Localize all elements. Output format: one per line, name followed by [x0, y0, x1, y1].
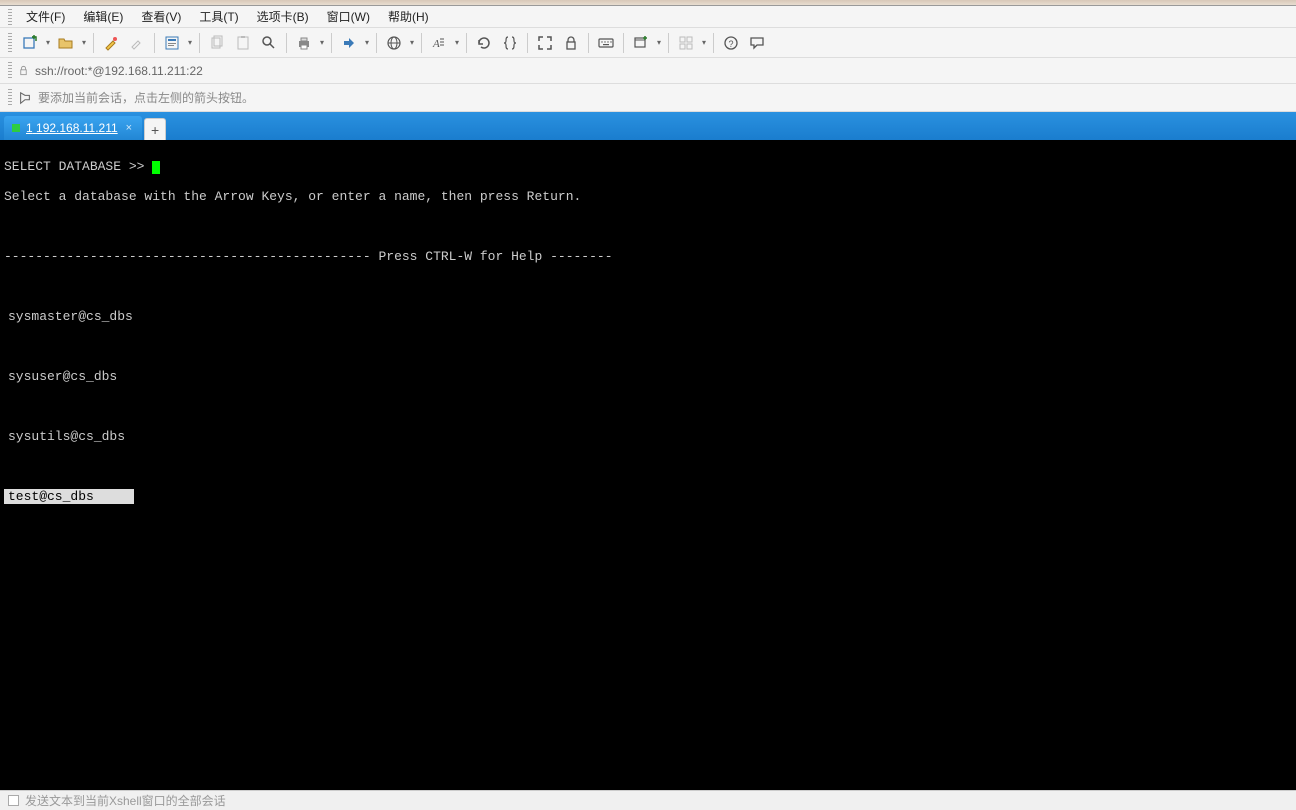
database-item[interactable]: sysuser@cs_dbs — [4, 369, 121, 384]
highlight-icon[interactable] — [125, 31, 149, 55]
toolbar-separator — [588, 33, 589, 53]
database-item[interactable]: sysutils@cs_dbs — [4, 429, 129, 444]
terminal-instruction: Select a database with the Arrow Keys, o… — [4, 189, 1292, 204]
hint-text: 要添加当前会话，点击左侧的箭头按钮。 — [38, 89, 254, 106]
open-dropdown[interactable]: ▾ — [80, 38, 88, 47]
menu-view[interactable]: 查看(V) — [133, 6, 189, 27]
print-dropdown[interactable]: ▾ — [318, 38, 326, 47]
toolbar-separator — [527, 33, 528, 53]
connected-indicator-icon — [12, 124, 20, 132]
new-session-icon[interactable] — [18, 31, 42, 55]
toolbar: ▾ ▾ ▾ ▾ ▾ ▾ A ▾ — [0, 28, 1296, 58]
color-picker-icon[interactable] — [99, 31, 123, 55]
terminal-help-line: ----------------------------------------… — [4, 249, 1292, 264]
toolbar-separator — [466, 33, 467, 53]
search-icon[interactable] — [257, 31, 281, 55]
terminal[interactable]: SELECT DATABASE >> Select a database wit… — [0, 140, 1296, 790]
font-dropdown[interactable]: ▾ — [453, 38, 461, 47]
terminal-blank — [4, 219, 1292, 234]
toolbar-separator — [331, 33, 332, 53]
menu-file[interactable]: 文件(F) — [18, 6, 73, 27]
transfer-icon[interactable] — [337, 31, 361, 55]
new-session-dropdown[interactable]: ▾ — [44, 38, 52, 47]
tab-label: 1 192.168.11.211 — [26, 121, 118, 135]
terminal-blank — [4, 459, 1292, 474]
address-bar: ssh://root:*@192.168.11.211:22 — [0, 58, 1296, 84]
svg-text:?: ? — [729, 39, 734, 49]
toolbar-grip[interactable] — [8, 33, 12, 53]
address-url[interactable]: ssh://root:*@192.168.11.211:22 — [35, 64, 203, 78]
toolbar-separator — [376, 33, 377, 53]
database-item-selected[interactable]: test@cs_dbs — [4, 489, 134, 504]
toolbar-separator — [668, 33, 669, 53]
toolbar-separator — [623, 33, 624, 53]
toolbar-separator — [93, 33, 94, 53]
properties-icon[interactable] — [160, 31, 184, 55]
toolbar-separator — [713, 33, 714, 53]
open-icon[interactable] — [54, 31, 78, 55]
keyboard-icon[interactable] — [594, 31, 618, 55]
terminal-blank — [4, 279, 1292, 294]
print-icon[interactable] — [292, 31, 316, 55]
add-window-dropdown[interactable]: ▾ — [655, 38, 663, 47]
lock-icon[interactable] — [559, 31, 583, 55]
hintbar-grip[interactable] — [8, 89, 12, 107]
menu-window[interactable]: 窗口(W) — [319, 6, 378, 27]
chat-icon[interactable] — [745, 31, 769, 55]
tab-close-icon[interactable]: × — [124, 122, 134, 134]
tile-icon[interactable] — [674, 31, 698, 55]
terminal-blank — [4, 399, 1292, 414]
hint-bar: 要添加当前会话，点击左侧的箭头按钮。 — [0, 84, 1296, 112]
globe-dropdown[interactable]: ▾ — [408, 38, 416, 47]
menu-edit[interactable]: 编辑(E) — [75, 6, 131, 27]
status-footer: 发送文本到当前Xshell窗口的全部会话 — [0, 790, 1296, 810]
terminal-blank — [4, 339, 1292, 354]
footer-text: 发送文本到当前Xshell窗口的全部会话 — [25, 792, 226, 809]
add-session-arrow-icon[interactable] — [18, 91, 32, 105]
tab-add-button[interactable]: + — [144, 118, 166, 140]
svg-text:A: A — [432, 38, 440, 50]
font-icon[interactable]: A — [427, 31, 451, 55]
tile-dropdown[interactable]: ▾ — [700, 38, 708, 47]
paste-icon[interactable] — [231, 31, 255, 55]
toolbar-separator — [421, 33, 422, 53]
database-item[interactable]: sysmaster@cs_dbs — [4, 309, 137, 324]
addressbar-grip[interactable] — [8, 62, 12, 80]
terminal-cursor — [152, 161, 160, 174]
toolbar-separator — [286, 33, 287, 53]
copy-icon[interactable] — [205, 31, 229, 55]
refresh-icon[interactable] — [472, 31, 496, 55]
terminal-prompt-line: SELECT DATABASE >> — [4, 159, 1292, 174]
fullscreen-icon[interactable] — [533, 31, 557, 55]
help-icon[interactable]: ? — [719, 31, 743, 55]
tab-bar: 1 192.168.11.211 × + — [0, 112, 1296, 140]
properties-dropdown[interactable]: ▾ — [186, 38, 194, 47]
lock-small-icon — [18, 65, 29, 76]
add-window-icon[interactable] — [629, 31, 653, 55]
toolbar-separator — [199, 33, 200, 53]
menu-tabs[interactable]: 选项卡(B) — [249, 6, 317, 27]
transfer-dropdown[interactable]: ▾ — [363, 38, 371, 47]
menu-bar: 文件(F) 编辑(E) 查看(V) 工具(T) 选项卡(B) 窗口(W) 帮助(… — [0, 6, 1296, 28]
menu-help[interactable]: 帮助(H) — [380, 6, 437, 27]
script-icon[interactable] — [498, 31, 522, 55]
toolbar-separator — [154, 33, 155, 53]
menu-tools[interactable]: 工具(T) — [191, 6, 246, 27]
menubar-grip[interactable] — [8, 9, 12, 25]
session-tab[interactable]: 1 192.168.11.211 × — [4, 116, 142, 140]
globe-icon[interactable] — [382, 31, 406, 55]
broadcast-checkbox[interactable] — [8, 795, 19, 806]
